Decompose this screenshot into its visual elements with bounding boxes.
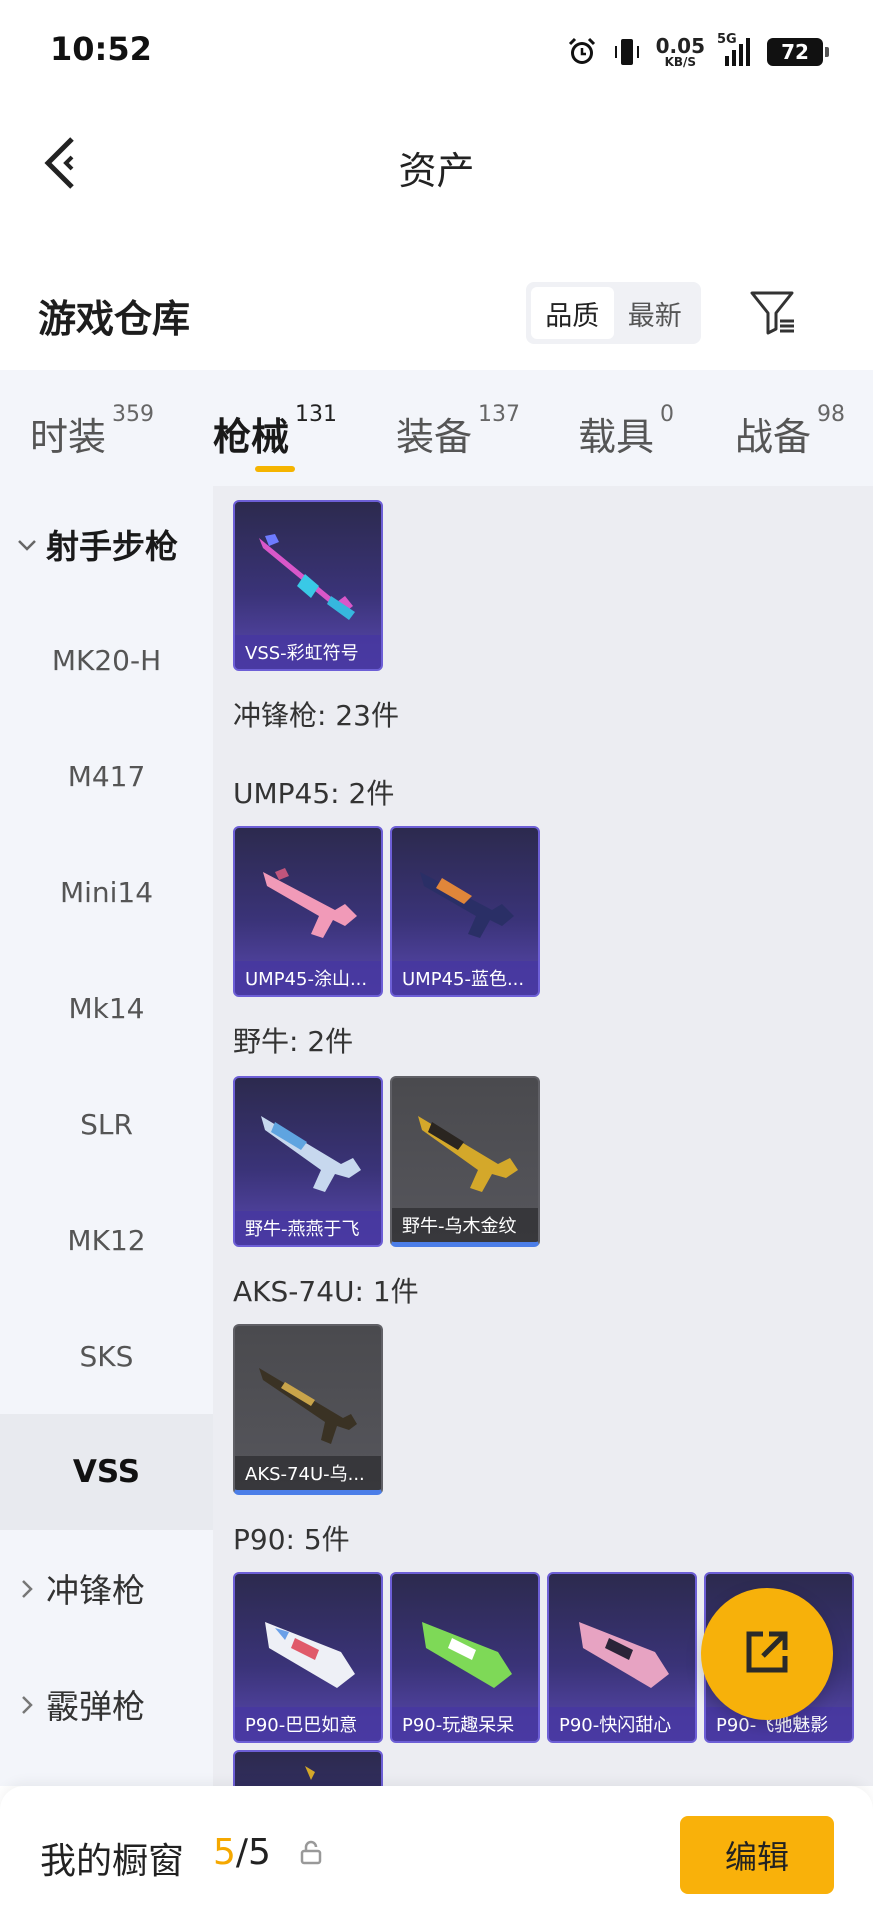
smg-skin-image: [422, 1622, 512, 1688]
category-item-mk20h[interactable]: MK20-H: [0, 602, 213, 718]
tab-vehicles[interactable]: 载具 0: [578, 370, 674, 486]
edit-button[interactable]: 编辑: [680, 1816, 834, 1894]
group-title: 野牛: 2件: [233, 1025, 354, 1058]
item-card-label: P90-快闪甜心: [549, 1707, 695, 1741]
battery-level: 72: [781, 40, 809, 64]
category-item-vss[interactable]: VSS: [0, 1414, 213, 1530]
tab-label: 枪械: [213, 415, 290, 459]
showcase-count-current: 5: [213, 1832, 236, 1873]
tab-fashion[interactable]: 时装 359: [30, 370, 154, 486]
item-card[interactable]: VSS-彩虹符号: [233, 500, 383, 671]
showcase-title: 我的橱窗: [40, 1841, 185, 1882]
item-card[interactable]: UMP45-蓝色...: [390, 826, 540, 997]
sort-option-latest[interactable]: 最新: [614, 287, 697, 339]
showcase-count-total: /5: [235, 1832, 271, 1873]
showcase-bar: 我的橱窗 5/5 编辑: [0, 1786, 873, 1920]
sort-toggle: 品质 最新: [526, 282, 701, 344]
tab-label: 装备: [396, 415, 473, 459]
chevron-right-icon: [16, 1685, 38, 1724]
rifle-skin-image: [259, 534, 355, 620]
item-card[interactable]: UMP45-涂山...: [233, 826, 383, 997]
item-card-label: AKS-74U-乌...: [235, 1456, 381, 1490]
chevron-right-icon: [16, 1569, 38, 1608]
smg-skin-image: [418, 1116, 518, 1192]
smg-skin-image: [579, 1622, 669, 1688]
section-title: 游戏仓库: [38, 297, 191, 341]
share-icon: [739, 1624, 795, 1684]
active-tab-indicator: [255, 466, 295, 472]
filter-button[interactable]: [745, 284, 801, 344]
category-group-label: 射手步枪: [46, 527, 178, 566]
category-group-marksman[interactable]: 射手步枪: [0, 486, 213, 602]
tab-count: 359: [112, 402, 155, 427]
vibrate-icon: [612, 36, 642, 68]
tab-count: 0: [660, 402, 675, 427]
tab-label: 载具: [578, 415, 655, 459]
category-item-mini14[interactable]: Mini14: [0, 834, 213, 950]
item-card-label: UMP45-涂山...: [235, 961, 381, 995]
item-card[interactable]: P90-快闪甜心: [547, 1572, 697, 1743]
item-card[interactable]: AKS-74U-乌...: [233, 1324, 383, 1495]
page-title: 资产: [398, 149, 475, 193]
net-speed: 0.05 KB/S: [656, 36, 705, 68]
net-speed-unit: KB/S: [664, 55, 697, 69]
alarm-icon: [566, 36, 598, 68]
showcase-count: 5/5: [213, 1832, 271, 1873]
category-item-slr[interactable]: SLR: [0, 1066, 213, 1182]
smg-skin-image: [263, 868, 357, 938]
item-card-label: VSS-彩虹符号: [235, 635, 381, 669]
tab-supplies[interactable]: 战备 98: [735, 370, 845, 486]
item-card-label: 野牛-燕燕于飞: [235, 1211, 381, 1245]
category-group-label: 霰弹枪: [46, 1687, 145, 1726]
tab-label: 时装: [30, 415, 107, 459]
tab-count: 131: [295, 402, 338, 427]
category-item-m417[interactable]: M417: [0, 718, 213, 834]
item-card[interactable]: [233, 1750, 383, 1786]
weapon-category-list: 射手步枪 MK20-H M417 Mini14 Mk14 SLR MK12 SK…: [0, 486, 213, 1786]
smg-summary: 冲锋枪: 23件: [233, 699, 399, 732]
category-group-shotgun[interactable]: 霰弹枪: [0, 1646, 213, 1762]
lock-icon: [298, 1840, 324, 1866]
tab-count: 137: [478, 402, 521, 427]
rifle-skin-image: [259, 1368, 357, 1444]
status-time: 10:52: [50, 30, 152, 68]
share-button[interactable]: [701, 1588, 833, 1720]
filter-icon: [748, 287, 798, 341]
category-item-sks[interactable]: SKS: [0, 1298, 213, 1414]
smg-skin-image: [305, 1766, 315, 1780]
sort-option-quality[interactable]: 品质: [531, 287, 614, 339]
signal-label: 5G: [717, 32, 737, 47]
smg-skin-image: [261, 1116, 361, 1192]
section-header: 游戏仓库 品质 最新: [0, 260, 873, 370]
net-speed-value: 0.05: [655, 34, 705, 58]
category-group-smg[interactable]: 冲锋枪: [0, 1530, 213, 1646]
chevron-down-icon: [16, 525, 38, 564]
tab-label: 战备: [735, 415, 812, 459]
tab-equipment[interactable]: 装备 137: [396, 370, 520, 486]
category-group-label: 冲锋枪: [46, 1571, 145, 1610]
tab-count: 98: [817, 402, 846, 427]
group-title: UMP45: 2件: [233, 777, 395, 810]
group-title: P90: 5件: [233, 1523, 350, 1556]
item-card-label: P90-巴巴如意: [235, 1707, 381, 1741]
item-card-label: 野牛-乌木金纹: [392, 1208, 538, 1242]
category-item-mk14[interactable]: Mk14: [0, 950, 213, 1066]
signal-icon: 5G: [717, 32, 753, 68]
item-card[interactable]: P90-巴巴如意: [233, 1572, 383, 1743]
smg-skin-image: [265, 1622, 355, 1688]
category-item-mk12[interactable]: MK12: [0, 1182, 213, 1298]
tab-guns[interactable]: 枪械 131: [213, 370, 337, 486]
item-card[interactable]: P90-玩趣呆呆: [390, 1572, 540, 1743]
item-card-label: UMP45-蓝色...: [392, 961, 538, 995]
item-card-label: P90-玩趣呆呆: [392, 1707, 538, 1741]
status-icons: 0.05 KB/S 5G 72: [566, 30, 829, 74]
item-card[interactable]: 野牛-乌木金纹: [390, 1076, 540, 1247]
battery-icon: 72: [767, 38, 829, 66]
status-bar: 10:52 0.05 KB/S 5G 72: [0, 0, 873, 100]
category-tabs: 时装 359 枪械 131 装备 137 载具 0 战备 98: [0, 370, 873, 486]
item-card[interactable]: 野牛-燕燕于飞: [233, 1076, 383, 1247]
smg-skin-image: [420, 872, 514, 938]
group-title: AKS-74U: 1件: [233, 1275, 419, 1308]
header: 资产: [0, 100, 873, 230]
